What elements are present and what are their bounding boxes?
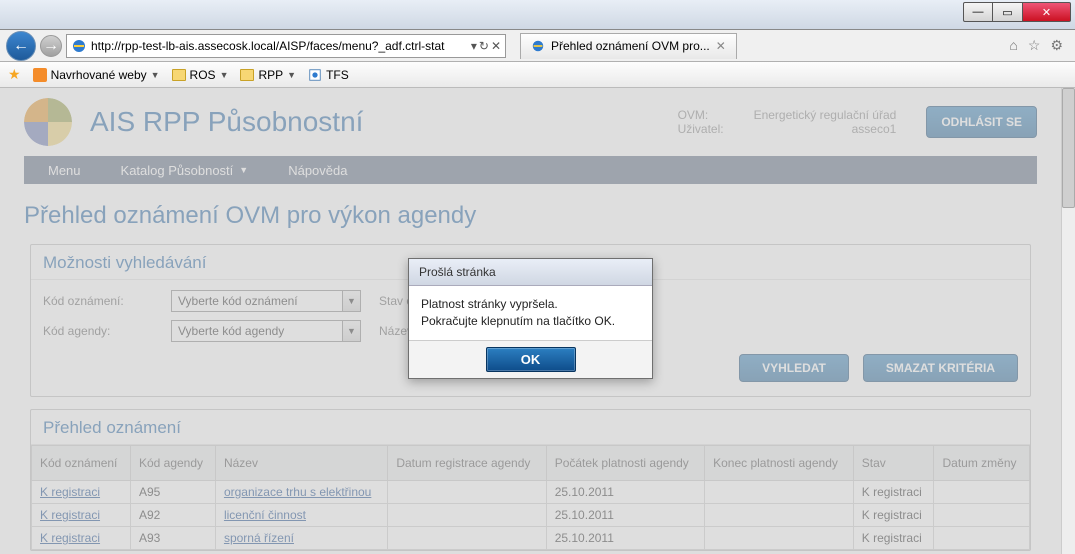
stop-icon[interactable]: ✕ bbox=[491, 39, 501, 53]
fav-folder-ros[interactable]: ROS ▼ bbox=[172, 68, 229, 82]
folder-icon bbox=[240, 69, 254, 81]
nav-back-button[interactable]: ← bbox=[6, 31, 36, 61]
refresh-icon[interactable]: ↻ bbox=[479, 39, 489, 53]
ie-page-icon bbox=[308, 68, 322, 82]
add-favorite-icon[interactable]: ★ bbox=[8, 66, 21, 83]
nav-forward-button[interactable]: → bbox=[40, 35, 62, 57]
dialog-ok-button[interactable]: OK bbox=[486, 347, 576, 372]
suggested-sites-icon bbox=[33, 68, 47, 82]
fav-label: RPP bbox=[258, 68, 283, 82]
fav-folder-rpp[interactable]: RPP ▼ bbox=[240, 68, 296, 82]
url-input[interactable] bbox=[91, 36, 467, 56]
fav-label: ROS bbox=[190, 68, 216, 82]
folder-icon bbox=[172, 69, 186, 81]
home-icon[interactable]: ⌂ bbox=[1009, 37, 1017, 54]
fav-label: TFS bbox=[326, 68, 349, 82]
ie-logo-icon bbox=[531, 39, 545, 53]
favorites-bar: ★ Navrhované weby ▼ ROS ▼ RPP ▼ TFS bbox=[0, 62, 1075, 88]
browser-tab[interactable]: Přehled oznámení OVM pro... ✕ bbox=[520, 33, 737, 59]
favorites-star-icon[interactable]: ☆ bbox=[1028, 37, 1041, 54]
chevron-down-icon: ▼ bbox=[287, 70, 296, 80]
chevron-down-icon: ▼ bbox=[151, 70, 160, 80]
window-maximize-button[interactable]: ▭ bbox=[993, 2, 1023, 22]
fav-link-tfs[interactable]: TFS bbox=[308, 68, 349, 82]
address-bar[interactable]: ▾ ↻ ✕ bbox=[66, 34, 506, 58]
browser-nav-bar: ← → ▾ ↻ ✕ Přehled oznámení OVM pro... ✕ … bbox=[0, 30, 1075, 62]
vertical-scrollbar[interactable] bbox=[1061, 88, 1075, 554]
tab-close-icon[interactable]: ✕ bbox=[716, 39, 726, 53]
window-minimize-button[interactable]: — bbox=[963, 2, 993, 22]
scroll-thumb[interactable] bbox=[1062, 88, 1075, 208]
dialog-title: Prošlá stránka bbox=[409, 259, 652, 286]
chevron-down-icon: ▼ bbox=[220, 70, 229, 80]
ie-logo-icon bbox=[71, 38, 87, 54]
tools-gear-icon[interactable]: ⚙ bbox=[1050, 37, 1063, 54]
window-close-button[interactable]: ✕ bbox=[1023, 2, 1071, 22]
fav-label: Navrhované weby bbox=[51, 68, 147, 82]
fav-suggested-sites[interactable]: Navrhované weby ▼ bbox=[33, 68, 160, 82]
tab-title: Přehled oznámení OVM pro... bbox=[551, 39, 710, 53]
dialog-text-line1: Platnost stránky vypršela. bbox=[421, 296, 640, 313]
url-dropdown-icon[interactable]: ▾ bbox=[471, 39, 477, 53]
dialog-text-line2: Pokračujte klepnutím na tlačítko OK. bbox=[421, 313, 640, 330]
window-titlebar: — ▭ ✕ bbox=[0, 0, 1075, 30]
expired-page-dialog: Prošlá stránka Platnost stránky vypršela… bbox=[408, 258, 653, 379]
